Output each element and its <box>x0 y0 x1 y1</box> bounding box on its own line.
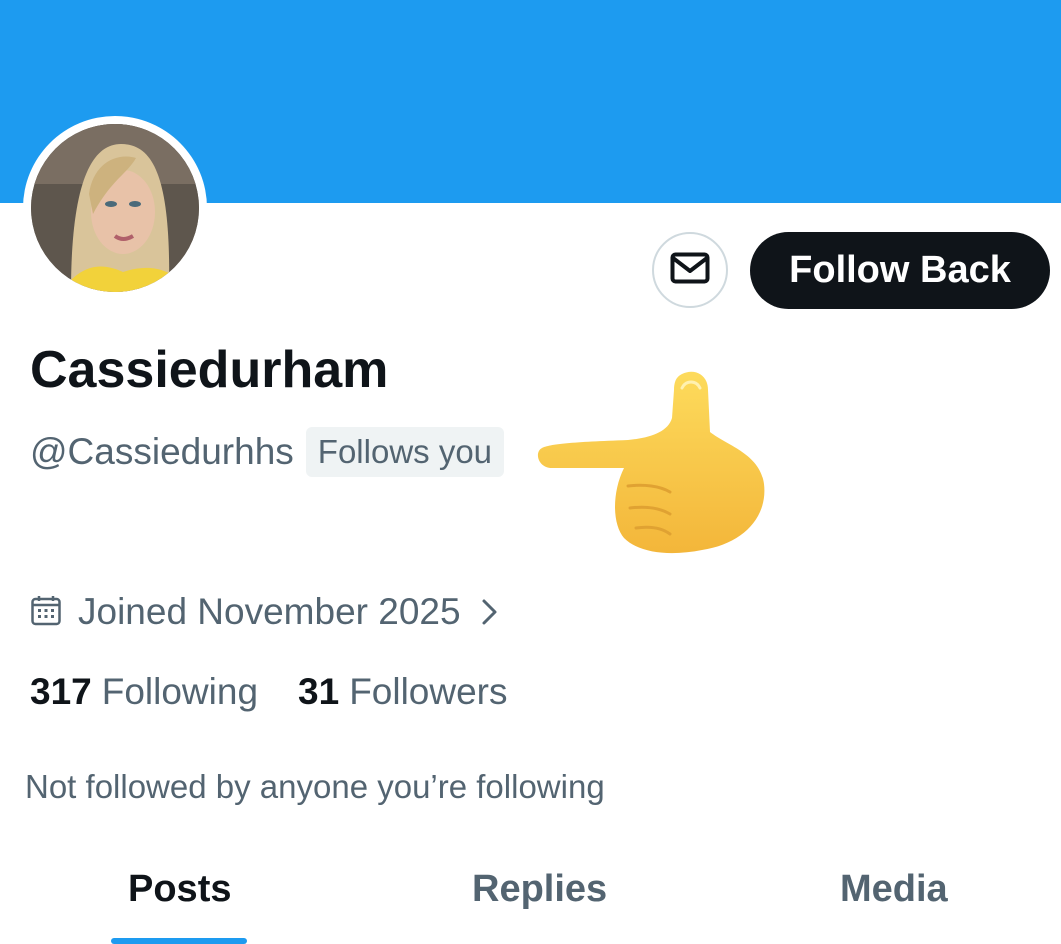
envelope-icon <box>670 252 710 289</box>
tab-posts[interactable]: Posts <box>128 868 231 911</box>
calendar-icon <box>30 594 62 631</box>
message-button[interactable] <box>652 232 728 308</box>
followers-label: Followers <box>349 671 508 712</box>
follow-stats: 317 Following 31 Followers <box>30 668 508 716</box>
following-count: 317 <box>30 671 92 712</box>
active-tab-indicator <box>111 938 247 944</box>
handle: @Cassiedurhhs <box>30 431 294 472</box>
display-name: Cassiedurham <box>30 341 389 399</box>
follow-back-button[interactable]: Follow Back <box>750 232 1050 309</box>
profile-tabs: Posts Replies Media <box>0 850 1061 944</box>
tab-replies[interactable]: Replies <box>472 868 607 911</box>
followers-count: 31 <box>298 671 340 712</box>
followers-stat[interactable]: 31 Followers <box>298 671 507 713</box>
following-stat[interactable]: 317 Following <box>30 671 258 713</box>
joined-date: Joined November 2025 <box>78 591 461 632</box>
handle-row: @Cassiedurhhs Follows you <box>30 427 505 477</box>
joined-row[interactable]: Joined November 2025 <box>30 588 499 636</box>
pointing-left-hand-icon <box>532 368 772 560</box>
following-label: Following <box>101 671 259 712</box>
follows-you-badge: Follows you <box>305 427 505 477</box>
chevron-right-icon <box>481 598 499 626</box>
avatar-photo <box>31 124 199 292</box>
mutual-followers-text: Not followed by anyone you’re following <box>25 768 605 805</box>
tab-media[interactable]: Media <box>840 868 948 911</box>
avatar[interactable] <box>23 116 207 300</box>
